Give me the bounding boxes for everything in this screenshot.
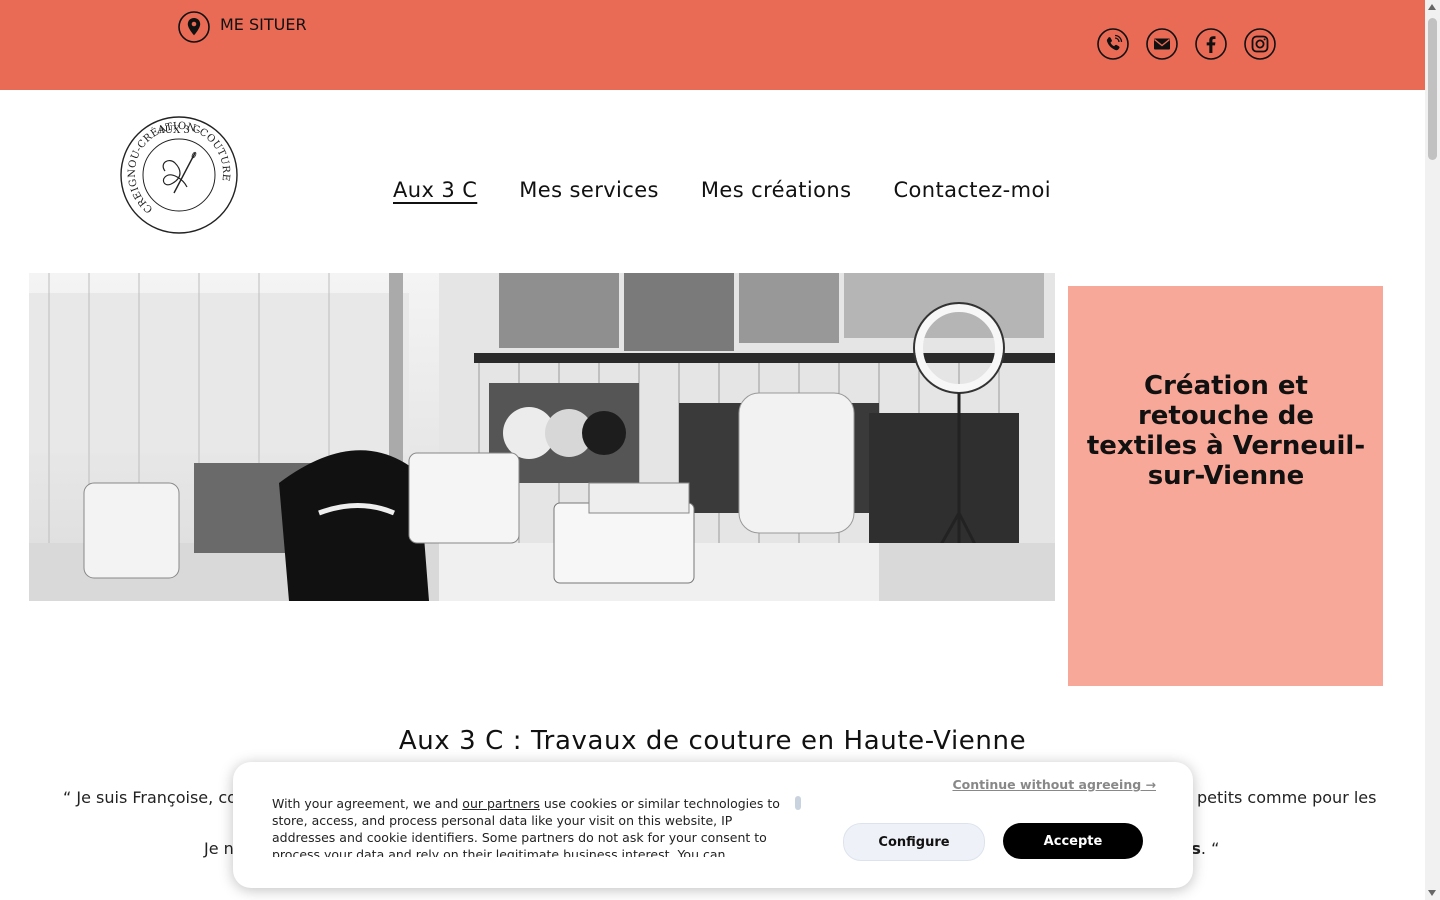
phone-icon[interactable]	[1097, 28, 1129, 60]
intro-text-line1-end: petits comme pour les	[1197, 788, 1377, 807]
cookie-text-scrollbar[interactable]	[795, 796, 801, 810]
nav-item-services[interactable]: Mes services	[519, 178, 659, 202]
scroll-down-arrow[interactable]	[1428, 890, 1436, 896]
cookie-text-prefix: With your agreement, we and	[272, 796, 463, 811]
nav-item-contact[interactable]: Contactez-moi	[893, 178, 1051, 202]
cookie-consent-text[interactable]: With your agreement, we and our partners…	[272, 795, 792, 857]
accept-button[interactable]: Accepte	[1003, 823, 1143, 859]
intro-text-line1-start: “ Je suis Françoise, cou	[63, 788, 248, 807]
mail-icon[interactable]	[1146, 28, 1178, 60]
social-links	[1097, 28, 1276, 60]
nav-item-aux3c[interactable]: Aux 3 C	[393, 178, 477, 202]
continue-without-agreeing-link[interactable]: Continue without agreeing →	[952, 777, 1156, 792]
page-scrollbar[interactable]	[1425, 0, 1440, 900]
site-logo[interactable]: CREIGNOU-CRÉATION-COUTURE AUX 3 C	[119, 113, 239, 237]
nav-item-creations[interactable]: Mes créations	[701, 178, 852, 202]
svg-text:AUX 3 C: AUX 3 C	[156, 125, 200, 136]
section-title: Aux 3 C : Travaux de couture en Haute-Vi…	[398, 726, 1027, 756]
hero-headline-box: Création et retouche de textiles à Verne…	[1068, 286, 1383, 686]
hero-headline: Création et retouche de textiles à Verne…	[1086, 371, 1366, 491]
our-partners-link[interactable]: our partners	[462, 796, 540, 811]
intro-text-line2-start: Je n	[204, 839, 234, 858]
location-pin-icon	[178, 11, 210, 43]
intro-text-closing: . “	[1200, 839, 1220, 858]
configure-button[interactable]: Configure	[843, 823, 985, 861]
scrollbar-thumb[interactable]	[1428, 18, 1437, 160]
locate-label: ME SITUER	[220, 14, 307, 34]
main-nav: Aux 3 C Mes services Mes créations Conta…	[393, 178, 1051, 202]
facebook-icon[interactable]	[1195, 28, 1227, 60]
cookie-consent-banner: Continue without agreeing → With your ag…	[233, 762, 1193, 888]
instagram-icon[interactable]	[1244, 28, 1276, 60]
hero-image-workshop	[29, 273, 1055, 601]
locate-link[interactable]: ME SITUER	[178, 11, 307, 43]
scroll-up-arrow[interactable]	[1428, 4, 1436, 10]
top-bar: ME SITUER	[0, 0, 1425, 90]
